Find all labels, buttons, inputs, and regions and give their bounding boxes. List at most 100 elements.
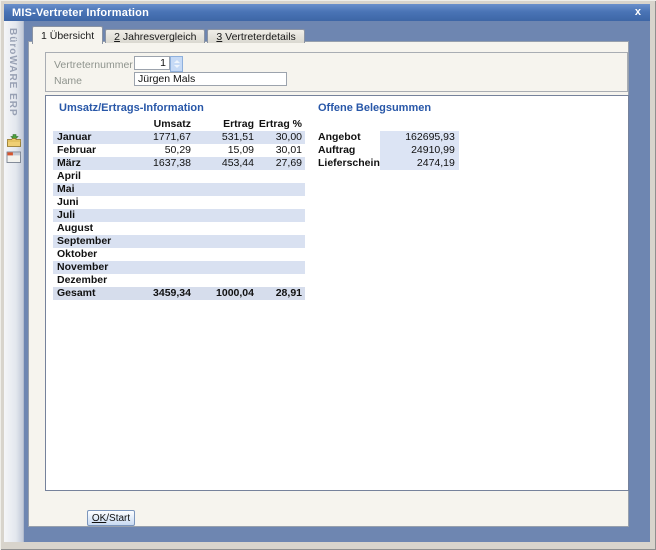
umsatz-row-5-ertrag-pct-cell — [257, 183, 305, 196]
umsatz-row-9: September — [53, 235, 305, 248]
umsatz-row-3-ertrag-cell: 453,44 — [194, 157, 257, 170]
umsatz-row-7-month-cell: Juli — [53, 209, 139, 222]
umsatz-row-1-ertrag-pct-cell: 30,00 — [257, 131, 305, 144]
tab-page-uebersicht: Vertreternummer Name Umsatz/Ertrags-Info… — [28, 41, 629, 527]
umsatz-header-row: Umsatz Ertrag Ertrag % — [53, 118, 305, 131]
umsatz-row-10: Oktober — [53, 248, 305, 261]
umsatz-row-6: Juni — [53, 196, 305, 209]
umsatz-row-4-ertrag-cell — [194, 170, 257, 183]
umsatz-row-5-umsatz-cell — [139, 183, 194, 196]
name-label: Name — [54, 75, 82, 87]
umsatz-table-body: Januar1771,67531,5130,00Februar50,2915,0… — [53, 131, 305, 300]
spinner-button[interactable] — [170, 56, 183, 72]
umsatz-row-total-ertrag-pct-cell: 28,91 — [257, 287, 305, 300]
umsatz-header-ertrag: Ertrag — [194, 118, 257, 131]
beleg-table-body: Angebot162695,93Auftrag24910,99Liefersch… — [318, 131, 459, 170]
umsatz-row-5-ertrag-cell — [194, 183, 257, 196]
beleg-value-cell: 2474,19 — [380, 157, 459, 170]
beleg-row-1: Angebot162695,93 — [318, 131, 459, 144]
umsatz-row-total-ertrag-cell: 1000,04 — [194, 287, 257, 300]
beleg-value-cell: 162695,93 — [380, 131, 459, 144]
beleg-row-2: Auftrag24910,99 — [318, 144, 459, 157]
umsatz-row-3-month-cell: März — [53, 157, 139, 170]
umsatz-row-11: November — [53, 261, 305, 274]
umsatz-row-4-ertrag-pct-cell — [257, 170, 305, 183]
client-area: BüroWARE ERP 1 Übersicht2 Jahresvergleic… — [4, 21, 650, 542]
umsatz-row-8-umsatz-cell — [139, 222, 194, 235]
umsatz-row-12-ertrag-cell — [194, 274, 257, 287]
umsatz-row-2-ertrag-pct-cell: 30,01 — [257, 144, 305, 157]
umsatz-row-5-month-cell: Mai — [53, 183, 139, 196]
umsatz-row-8-ertrag-pct-cell — [257, 222, 305, 235]
ok-start-button[interactable]: OK/Start — [87, 510, 135, 526]
vertreternummer-label: Vertreternummer — [54, 59, 133, 71]
umsatz-row-total: Gesamt3459,341000,0428,91 — [53, 287, 305, 300]
umsatz-row-1-month-cell: Januar — [53, 131, 139, 144]
beleg-row-3: Lieferschein2474,19 — [318, 157, 459, 170]
umsatz-row-8: August — [53, 222, 305, 235]
application-window: MIS-Vertreter Information x BüroWARE ERP — [0, 0, 656, 550]
umsatz-row-6-ertrag-cell — [194, 196, 257, 209]
umsatz-row-12-ertrag-pct-cell — [257, 274, 305, 287]
umsatz-row-12: Dezember — [53, 274, 305, 287]
tab-3[interactable]: 3 Vertreterdetails — [207, 29, 304, 43]
spinner-up-icon — [174, 60, 180, 63]
umsatz-header-ertrag-pct: Ertrag % — [257, 118, 305, 131]
umsatz-row-4-month-cell: April — [53, 170, 139, 183]
umsatz-row-10-ertrag-cell — [194, 248, 257, 261]
umsatz-row-8-month-cell: August — [53, 222, 139, 235]
umsatz-row-1: Januar1771,67531,5130,00 — [53, 131, 305, 144]
beleg-table: Angebot162695,93Auftrag24910,99Liefersch… — [318, 131, 459, 170]
umsatz-header-month — [53, 118, 139, 131]
umsatz-row-8-ertrag-cell — [194, 222, 257, 235]
umsatz-row-3-umsatz-cell: 1637,38 — [139, 157, 194, 170]
window-titlebar: MIS-Vertreter Information x — [4, 4, 650, 21]
beleg-section-title: Offene Belegsummen — [318, 102, 431, 114]
umsatz-row-4: April — [53, 170, 305, 183]
umsatz-row-9-month-cell: September — [53, 235, 139, 248]
umsatz-row-12-month-cell: Dezember — [53, 274, 139, 287]
umsatz-row-1-umsatz-cell: 1771,67 — [139, 131, 194, 144]
umsatz-row-7: Juli — [53, 209, 305, 222]
umsatz-row-total-umsatz-cell: 3459,34 — [139, 287, 194, 300]
brand-vertical-text: BüroWARE ERP — [7, 28, 18, 117]
vertreternummer-input[interactable] — [134, 56, 170, 70]
beleg-label-cell: Lieferschein — [318, 157, 380, 170]
window-title: MIS-Vertreter Information — [4, 7, 149, 19]
umsatz-row-7-umsatz-cell — [139, 209, 194, 222]
umsatz-row-12-umsatz-cell — [139, 274, 194, 287]
close-button[interactable]: x — [635, 5, 641, 20]
tab-bar: 1 Übersicht2 Jahresvergleich3 Vertreterd… — [32, 26, 307, 43]
mini-window-icon[interactable] — [6, 151, 22, 165]
umsatz-row-10-ertrag-pct-cell — [257, 248, 305, 261]
umsatz-row-11-umsatz-cell — [139, 261, 194, 274]
umsatz-row-10-month-cell: Oktober — [53, 248, 139, 261]
umsatz-header-umsatz: Umsatz — [139, 118, 194, 131]
form-groupbox: Vertreternummer Name — [45, 52, 628, 92]
umsatz-row-10-umsatz-cell — [139, 248, 194, 261]
beleg-value-cell: 24910,99 — [380, 144, 459, 157]
name-input[interactable] — [134, 72, 287, 86]
tab-2[interactable]: 2 Jahresvergleich — [105, 29, 205, 43]
umsatz-row-4-umsatz-cell — [139, 170, 194, 183]
tab-1[interactable]: 1 Übersicht — [32, 26, 103, 44]
umsatz-row-7-ertrag-cell — [194, 209, 257, 222]
umsatz-row-5: Mai — [53, 183, 305, 196]
left-rail: BüroWARE ERP — [4, 21, 24, 542]
umsatz-row-6-umsatz-cell — [139, 196, 194, 209]
open-folder-icon[interactable] — [6, 134, 22, 148]
beleg-label-cell: Auftrag — [318, 144, 380, 157]
beleg-label-cell: Angebot — [318, 131, 380, 144]
spinner-down-icon — [174, 65, 180, 68]
umsatz-row-2: Februar50,2915,0930,01 — [53, 144, 305, 157]
umsatz-row-9-umsatz-cell — [139, 235, 194, 248]
umsatz-row-total-month-cell: Gesamt — [53, 287, 139, 300]
umsatz-row-6-month-cell: Juni — [53, 196, 139, 209]
umsatz-row-3: März1637,38453,4427,69 — [53, 157, 305, 170]
umsatz-row-11-ertrag-cell — [194, 261, 257, 274]
umsatz-row-9-ertrag-pct-cell — [257, 235, 305, 248]
umsatz-table: Umsatz Ertrag Ertrag % Januar1771,67531,… — [53, 118, 305, 300]
umsatz-row-11-month-cell: November — [53, 261, 139, 274]
umsatz-row-6-ertrag-pct-cell — [257, 196, 305, 209]
umsatz-row-3-ertrag-pct-cell: 27,69 — [257, 157, 305, 170]
